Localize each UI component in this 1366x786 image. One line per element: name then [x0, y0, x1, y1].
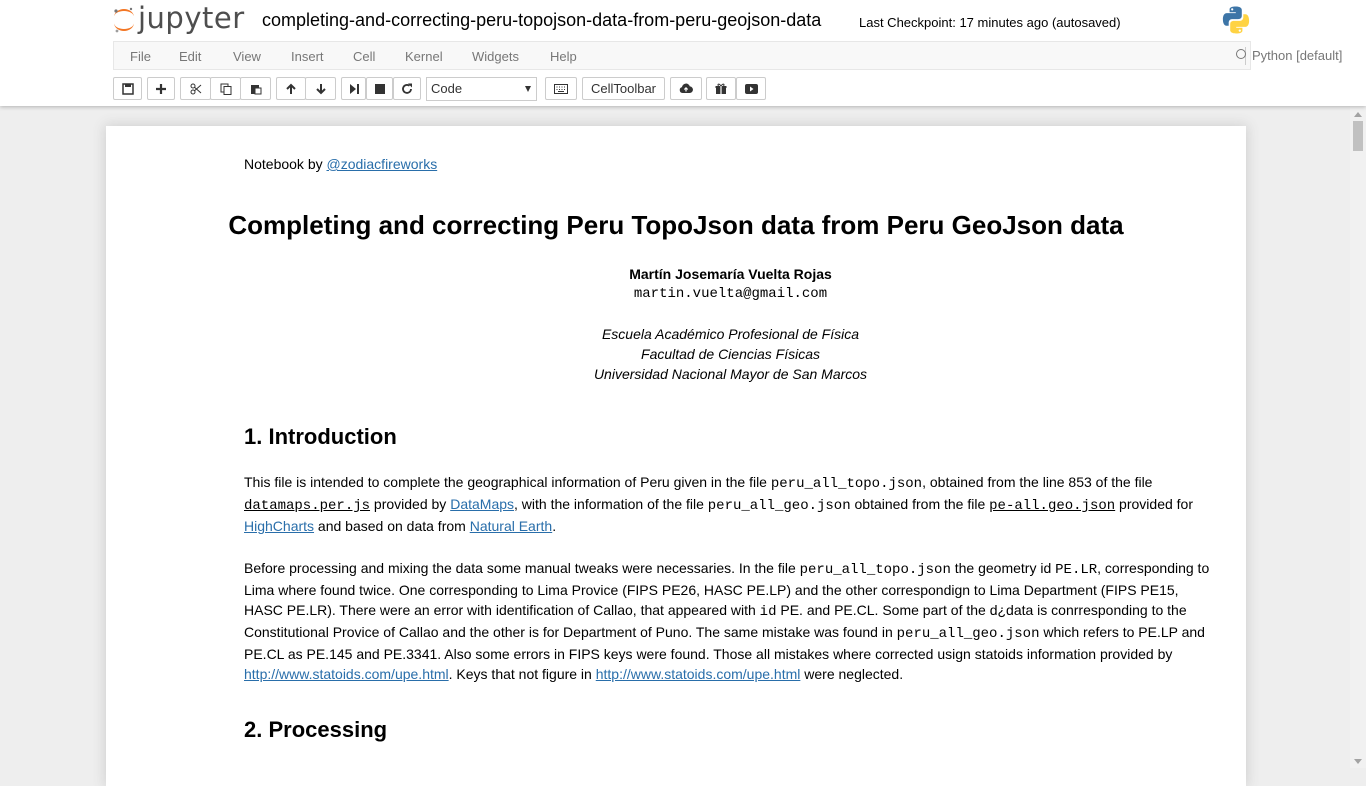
restart-kernel-button[interactable] [393, 77, 421, 100]
byline-prefix: Notebook by [244, 156, 327, 172]
gift-icon [715, 83, 727, 94]
save-button[interactable] [113, 77, 142, 100]
inline-code: PE.LR [1055, 562, 1098, 578]
notebook-byline: Notebook by @zodiacfireworks [244, 156, 1212, 172]
celltoolbar-button[interactable]: CellToolbar [582, 77, 665, 100]
logo-wordmark: jupyter [138, 1, 245, 35]
step-forward-icon [349, 83, 359, 94]
statoids-link[interactable]: http://www.statoids.com/upe.html [596, 666, 801, 682]
text-run: . Keys that not figure in [448, 666, 596, 682]
inline-code: peru_all_geo.json [896, 626, 1040, 642]
move-down-button[interactable] [305, 77, 336, 100]
menu-kernel[interactable]: Kernel [405, 49, 443, 64]
menu-view[interactable]: View [233, 49, 261, 64]
text-run: provided by [370, 496, 451, 512]
affiliation-school: Escuela Académico Profesional de Física [601, 326, 860, 342]
statoids-link[interactable]: http://www.statoids.com/upe.html [244, 666, 449, 682]
text-run: the geometry id [950, 560, 1056, 576]
copy-button[interactable] [210, 77, 241, 100]
notebook-header: jupyter completing-and-correcting-peru-t… [0, 0, 1366, 106]
inline-code: peru_all_geo.json [707, 498, 851, 514]
menu-cell[interactable]: Cell [353, 49, 375, 64]
plus-icon [156, 83, 166, 94]
insert-cell-button[interactable] [147, 77, 175, 100]
slideshow-button[interactable] [736, 77, 766, 100]
text-run: , with the information of the file [514, 496, 708, 512]
paste-button[interactable] [240, 77, 271, 100]
cell-type-value: Code [431, 81, 463, 96]
text-run: obtained from the file [850, 496, 990, 512]
inline-code: pe-all.geo.json [989, 498, 1116, 514]
kernel-idle-indicator-icon [1236, 49, 1246, 59]
youtube-play-icon [744, 83, 758, 94]
inline-code: peru_all_topo.json [799, 562, 951, 578]
datamaps-link[interactable]: DataMaps [450, 496, 514, 512]
python-logo-icon [1222, 6, 1250, 34]
command-palette-button[interactable] [545, 77, 577, 100]
scroll-down-arrow-icon[interactable] [1354, 759, 1362, 764]
author-email: martin.vuelta@gmail.com [633, 286, 828, 302]
text-run: and based on data from [314, 518, 470, 534]
notebook-container: Notebook by @zodiacfireworks Completing … [106, 126, 1246, 786]
text-run: Before processing and mixing the data so… [244, 560, 800, 576]
menu-edit[interactable]: Edit [179, 49, 201, 64]
text-run: , obtained from the line 853 of the file [922, 474, 1153, 490]
menu-file[interactable]: File [130, 49, 151, 64]
inline-code: peru_all_topo.json [770, 476, 923, 492]
scrollbar-thumb[interactable] [1353, 121, 1363, 151]
keyboard-icon [554, 83, 568, 94]
author-handle-link[interactable]: @zodiacfireworks [327, 156, 438, 172]
scissors-icon [190, 83, 201, 94]
checkpoint-status: Last Checkpoint: 17 minutes ago (autosav… [859, 15, 1121, 30]
natural-earth-link[interactable]: Natural Earth [470, 518, 552, 534]
menubar: File Edit View Insert Cell Kernel Widget… [113, 41, 1342, 70]
floppy-icon [121, 82, 134, 95]
section-heading-introduction: 1. Introduction [244, 424, 397, 449]
cloud-upload-icon [679, 83, 693, 94]
jupyter-orbit-icon [114, 7, 134, 33]
stop-icon [374, 83, 385, 94]
paste-icon [250, 84, 261, 94]
author-name: Martín Josemaría Vuelta Rojas [629, 266, 832, 282]
text-run: were neglected. [800, 666, 904, 682]
cut-button[interactable] [180, 77, 211, 100]
text-run: provided for [1115, 496, 1193, 512]
jupyter-logo[interactable]: jupyter [112, 1, 247, 37]
kernel-name[interactable]: Python [default] [1245, 47, 1342, 65]
chevron-down-icon [525, 86, 531, 92]
run-cell-button[interactable] [341, 77, 366, 100]
vertical-scrollbar[interactable] [1350, 106, 1366, 768]
notebook-name[interactable]: completing-and-correcting-peru-topojson-… [262, 10, 821, 31]
arrow-up-icon [286, 83, 296, 94]
upload-button[interactable] [670, 77, 702, 100]
menu-insert[interactable]: Insert [291, 49, 324, 64]
intro-paragraph-2: Before processing and mixing the data so… [244, 558, 1212, 684]
present-button[interactable] [706, 77, 736, 100]
interrupt-kernel-button[interactable] [366, 77, 393, 100]
page-title: Completing and correcting Peru TopoJson … [228, 210, 1124, 240]
move-up-button[interactable] [276, 77, 306, 100]
highcharts-link[interactable]: HighCharts [244, 518, 314, 534]
section-heading-processing: 2. Processing [244, 717, 388, 742]
copy-icon [220, 83, 231, 95]
refresh-icon [402, 83, 412, 94]
inline-code: datamaps.per.js [244, 498, 371, 514]
text-run: . [552, 518, 557, 534]
affiliation-university: Universidad Nacional Mayor de San Marcos [593, 366, 868, 382]
cell-type-select[interactable]: Code [426, 77, 537, 101]
scroll-up-arrow-icon[interactable] [1354, 112, 1362, 117]
text-run: This file is intended to complete the ge… [244, 474, 771, 490]
arrow-down-icon [315, 83, 326, 94]
intro-paragraph-1: This file is intended to complete the ge… [244, 472, 1212, 536]
affiliation-faculty: Facultad de Ciencias Físicas [641, 346, 820, 362]
menu-help[interactable]: Help [550, 49, 577, 64]
menu-widgets[interactable]: Widgets [472, 49, 519, 64]
inline-code: id [759, 604, 777, 620]
